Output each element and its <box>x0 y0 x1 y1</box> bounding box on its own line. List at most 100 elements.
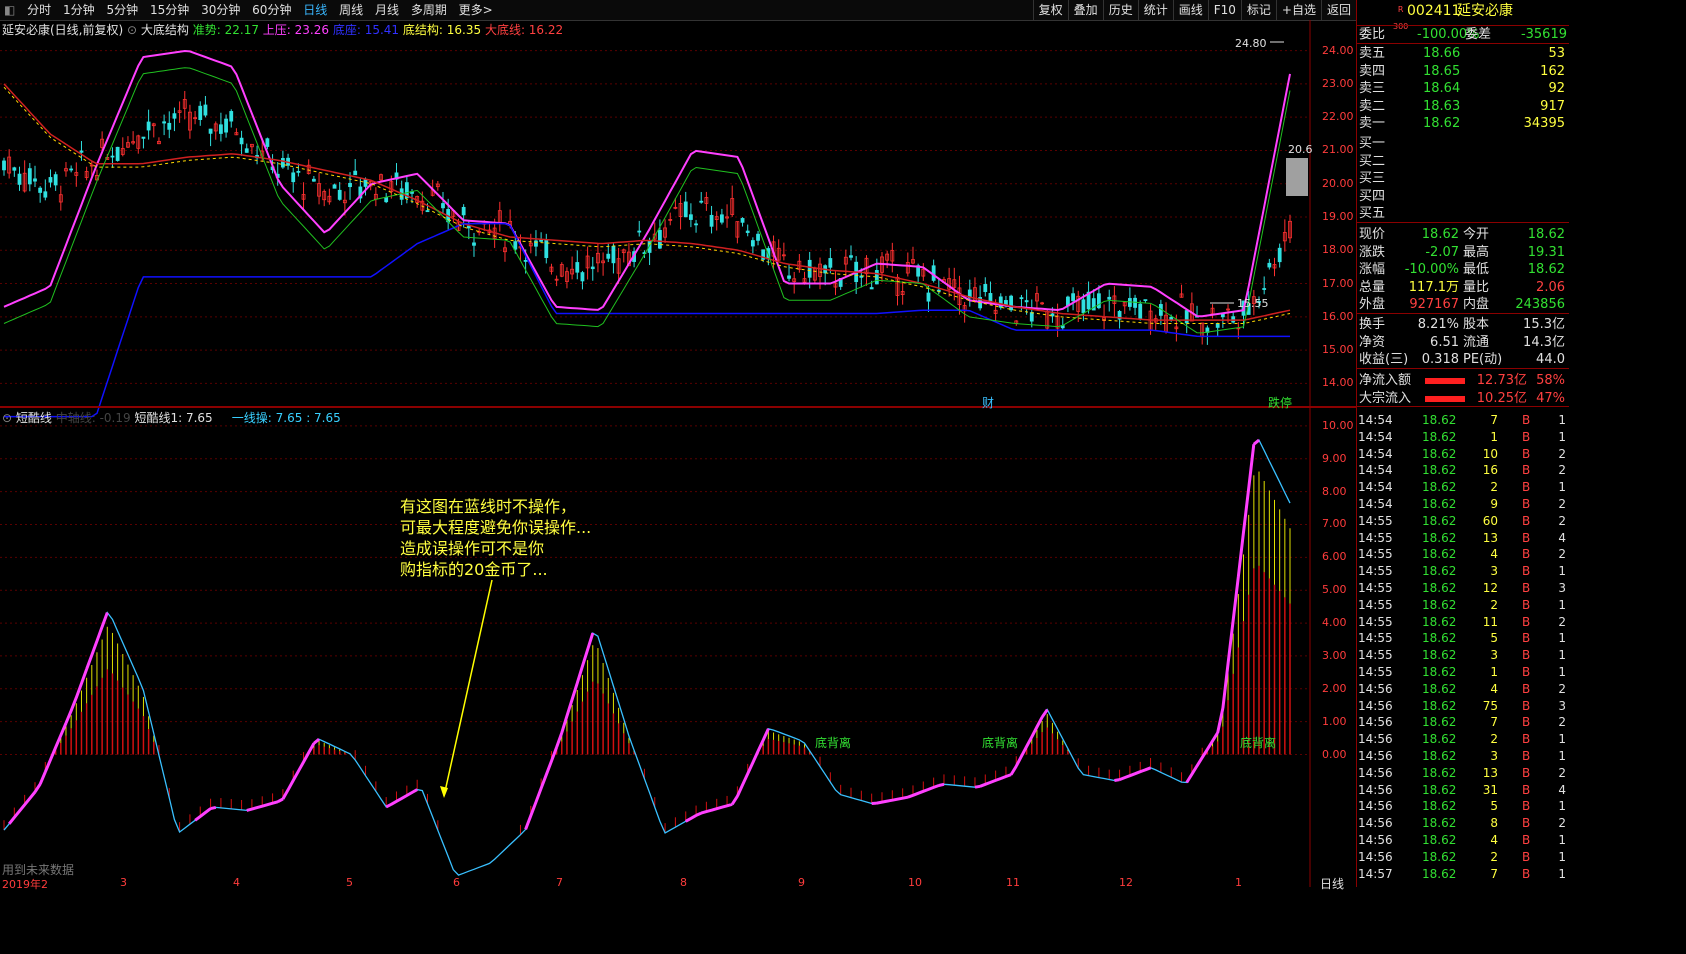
candle-body <box>291 172 296 183</box>
period-tab-60min[interactable]: 60分钟 <box>248 0 295 20</box>
price-tick: 19.00 <box>1322 209 1354 223</box>
menu-icon[interactable]: ◧ <box>0 0 19 20</box>
period-toolbar: ◧ 分时 1分钟 5分钟 15分钟 30分钟 60分钟 日线 周线 月线 多周期… <box>0 0 1356 21</box>
trade-row[interactable]: 14:55 18.62 3 B 1 <box>1356 563 1568 580</box>
trade-row[interactable]: 14:56 18.62 13 B 2 <box>1356 765 1568 782</box>
fuquan-button[interactable]: 复权 <box>1032 0 1068 20</box>
history-button[interactable]: 历史 <box>1102 0 1138 20</box>
trade-row[interactable]: 14:55 18.62 4 B 2 <box>1356 546 1568 563</box>
overlay-button[interactable]: 叠加 <box>1067 0 1103 20</box>
ask-row: 卖三 18.64 92 <box>1357 80 1569 97</box>
trade-volume: 8 <box>1490 816 1498 831</box>
period-tab-30min[interactable]: 30分钟 <box>197 0 244 20</box>
date-tick: 6 <box>453 876 460 889</box>
add-watchlist-button[interactable]: +自选 <box>1275 0 1321 20</box>
trade-side: B <box>1522 816 1531 831</box>
flow-pct: 58% <box>1536 373 1565 388</box>
trade-row[interactable]: 14:54 18.62 2 B 1 <box>1356 479 1568 496</box>
trade-row[interactable]: 14:56 18.62 4 B 1 <box>1356 832 1568 849</box>
collapse-icon-2[interactable]: ⊙ <box>2 411 12 425</box>
price-tick: 14.00 <box>1322 376 1354 390</box>
candle-body <box>141 136 146 139</box>
period-tab-more[interactable]: 更多> <box>455 0 497 20</box>
date-tick: 8 <box>680 876 687 889</box>
trade-row[interactable]: 14:56 18.62 75 B 3 <box>1356 698 1568 715</box>
trade-row[interactable]: 14:55 18.62 12 B 3 <box>1356 580 1568 597</box>
trade-row[interactable]: 14:56 18.62 8 B 2 <box>1356 815 1568 832</box>
collapse-icon[interactable]: ⊙ <box>127 23 137 37</box>
period-tab-multi[interactable]: 多周期 <box>407 0 451 20</box>
stat-label: 涨幅 <box>1359 262 1386 278</box>
trade-row[interactable]: 14:55 18.62 11 B 2 <box>1356 614 1568 631</box>
trade-row[interactable]: 14:56 18.62 4 B 2 <box>1356 681 1568 698</box>
period-tab-fenshi[interactable]: 分时 <box>23 0 55 20</box>
trade-ticks-table[interactable]: 14:54 18.62 7 B 1 14:54 18.62 1 B 1 14:54 18.62 10 B 2… <box>1356 412 1568 882</box>
trade-row[interactable]: 14:56 18.62 3 B 1 <box>1356 748 1568 765</box>
trade-price: 18.62 <box>1422 664 1457 679</box>
candle-body <box>683 201 688 218</box>
candle-body <box>606 253 611 259</box>
bid-label: 买二 <box>1359 153 1386 169</box>
indicator-name[interactable]: 大底结构 <box>141 23 189 37</box>
trade-count: 2 <box>1558 513 1566 528</box>
trade-row[interactable]: 14:55 18.62 5 B 1 <box>1356 630 1568 647</box>
period-tab-1min[interactable]: 1分钟 <box>59 0 99 20</box>
trade-row[interactable]: 14:54 18.62 16 B 2 <box>1356 462 1568 479</box>
stats-button[interactable]: 统计 <box>1137 0 1173 20</box>
dadixian-value: 大底线: 16.22 <box>484 23 564 37</box>
trade-side: B <box>1522 648 1531 663</box>
line3-value: : 7.65 <box>306 411 341 425</box>
trade-row[interactable]: 14:54 18.62 7 B 1 <box>1356 412 1568 429</box>
trade-row[interactable]: 14:55 18.62 60 B 2 <box>1356 513 1568 530</box>
period-tab-daily[interactable]: 日线 <box>299 0 331 20</box>
draw-line-button[interactable]: 画线 <box>1172 0 1208 20</box>
period-tab-15min[interactable]: 15分钟 <box>146 0 193 20</box>
trade-volume: 9 <box>1490 496 1498 511</box>
trade-row[interactable]: 14:55 18.62 3 B 1 <box>1356 647 1568 664</box>
trade-volume: 3 <box>1490 564 1498 579</box>
stat-row: 总量 117.1万 量比 2.06 <box>1357 279 1569 296</box>
f10-button[interactable]: F10 <box>1207 0 1241 20</box>
candle-body <box>48 177 53 183</box>
trade-side: B <box>1522 765 1531 780</box>
trade-side: B <box>1522 748 1531 763</box>
trade-row[interactable]: 14:56 18.62 2 B 1 <box>1356 731 1568 748</box>
period-tab-monthly[interactable]: 月线 <box>371 0 403 20</box>
trade-row[interactable]: 14:56 18.62 2 B 1 <box>1356 849 1568 866</box>
trade-price: 18.62 <box>1422 564 1457 579</box>
back-button[interactable]: 返回 <box>1320 0 1356 20</box>
trade-time: 14:56 <box>1358 849 1393 864</box>
candle-body <box>1019 297 1024 300</box>
trade-row[interactable]: 14:55 18.62 2 B 1 <box>1356 597 1568 614</box>
trade-count: 1 <box>1558 648 1566 663</box>
price-tick: 20.00 <box>1322 176 1354 190</box>
trade-count: 2 <box>1558 496 1566 511</box>
candle-body <box>694 223 698 226</box>
candle-body <box>523 260 528 262</box>
candle-body <box>580 272 585 282</box>
period-tab-weekly[interactable]: 周线 <box>335 0 367 20</box>
trade-row[interactable]: 14:56 18.62 7 B 2 <box>1356 714 1568 731</box>
trade-row[interactable]: 14:56 18.62 31 B 4 <box>1356 782 1568 799</box>
trade-row[interactable]: 14:55 18.62 13 B 4 <box>1356 530 1568 547</box>
kline-chart-area[interactable] <box>0 20 1356 887</box>
trade-row[interactable]: 14:57 18.62 7 B 1 <box>1356 866 1568 883</box>
stat-value: 0.318 <box>1421 352 1459 368</box>
period-tab-5min[interactable]: 5分钟 <box>102 0 142 20</box>
candle-body <box>38 187 43 193</box>
candle-body <box>425 210 430 213</box>
ask-price: 18.66 <box>1423 46 1461 61</box>
sub-indicator-name[interactable]: 短酷线 <box>16 411 52 425</box>
ask-row: 卖二 18.63 917 <box>1357 98 1569 115</box>
candle-body <box>198 105 203 120</box>
trade-volume: 4 <box>1490 681 1498 696</box>
trade-row[interactable]: 14:56 18.62 5 B 1 <box>1356 798 1568 815</box>
trade-row[interactable]: 14:54 18.62 1 B 1 <box>1356 429 1568 446</box>
trade-row[interactable]: 14:55 18.62 1 B 1 <box>1356 664 1568 681</box>
trade-count: 4 <box>1558 782 1566 797</box>
mark-button[interactable]: 标记 <box>1240 0 1276 20</box>
period-indicator[interactable]: 日线 <box>1320 875 1344 892</box>
trade-row[interactable]: 14:54 18.62 9 B 2 <box>1356 496 1568 513</box>
trade-time: 14:56 <box>1358 698 1393 713</box>
trade-row[interactable]: 14:54 18.62 10 B 2 <box>1356 446 1568 463</box>
